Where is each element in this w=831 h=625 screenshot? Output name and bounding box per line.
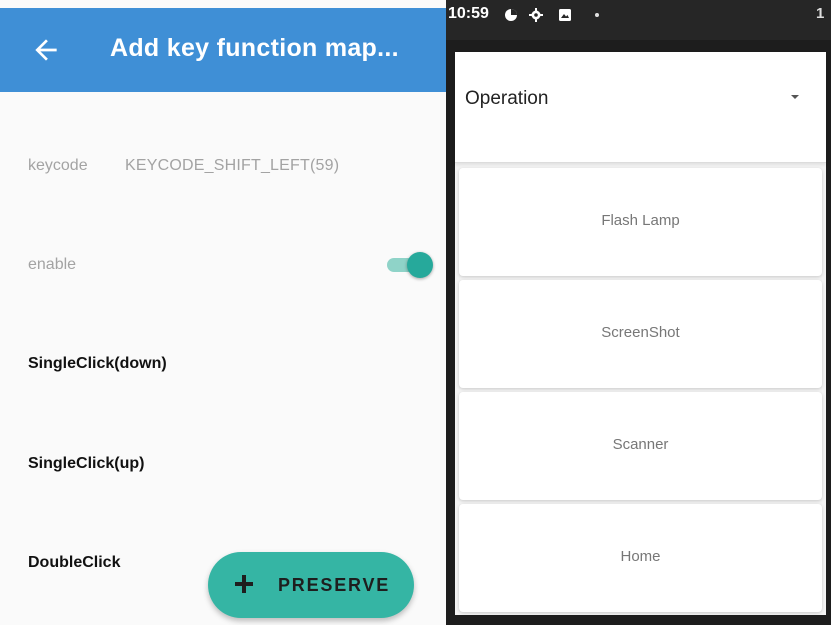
back-arrow-icon[interactable] [30, 34, 62, 66]
status-right-text: 1 [816, 5, 825, 22]
screenshot-icon [559, 9, 571, 21]
toggle-thumb [407, 252, 433, 278]
data-saver-icon [505, 9, 517, 21]
notification-dot-icon [595, 13, 599, 17]
action-single-click-down[interactable]: SingleClick(down) [28, 355, 167, 373]
option-flash-lamp[interactable]: Flash Lamp [459, 168, 822, 276]
operation-dialog: Operation Flash Lamp ScreenShot Scanner … [455, 52, 826, 615]
operation-picker-screen: 10:59 1 Operation Flash Lamp ScreenShot … [446, 0, 831, 625]
option-screenshot[interactable]: ScreenShot [459, 280, 822, 388]
action-single-click-up[interactable]: SingleClick(up) [28, 455, 144, 473]
settings-gear-icon [529, 8, 543, 22]
enable-label: enable [28, 256, 77, 273]
page-title: Add key function map... [110, 34, 399, 62]
option-label: Flash Lamp [601, 212, 680, 229]
status-time: 10:59 [448, 5, 489, 22]
option-label: Scanner [612, 436, 669, 453]
enable-toggle[interactable] [385, 250, 435, 278]
key-mapping-screen: Add key function map... keycode KEYCODE_… [0, 0, 446, 625]
spinner-selected-value: Operation [465, 88, 549, 109]
app-bar: Add key function map... [0, 8, 446, 92]
preserve-label: PRESERVE [278, 575, 391, 595]
operation-spinner[interactable]: Operation [455, 52, 826, 163]
keycode-value: KEYCODE_SHIFT_LEFT(59) [125, 157, 340, 174]
keycode-label: keycode [28, 157, 88, 174]
option-scanner[interactable]: Scanner [459, 392, 822, 500]
action-double-click[interactable]: DoubleClick [28, 554, 120, 572]
preserve-button[interactable]: PRESERVE [208, 552, 414, 618]
dropdown-arrow-icon [791, 95, 799, 99]
option-label: Home [620, 548, 661, 565]
option-home[interactable]: Home [459, 504, 822, 612]
option-label: ScreenShot [601, 324, 680, 341]
status-bar: 10:59 1 [446, 0, 831, 40]
plus-icon [235, 575, 253, 593]
